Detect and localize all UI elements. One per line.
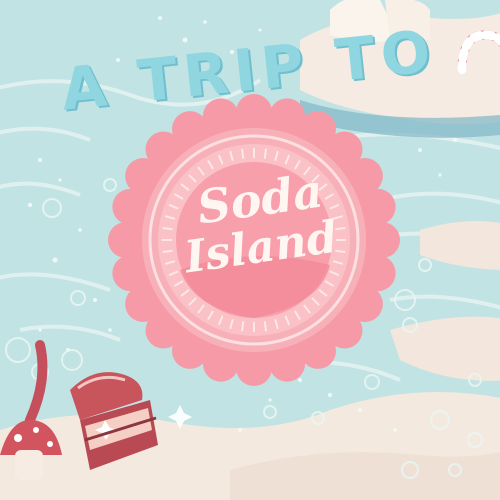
cap-ray bbox=[241, 321, 245, 332]
cap-ray bbox=[263, 321, 267, 332]
cap-ray bbox=[241, 148, 245, 159]
title-screen: A TRIP TO Soda Island bbox=[0, 0, 500, 500]
cap-ray bbox=[263, 148, 267, 159]
cap-ray bbox=[162, 227, 173, 231]
cap-ray bbox=[162, 249, 173, 253]
